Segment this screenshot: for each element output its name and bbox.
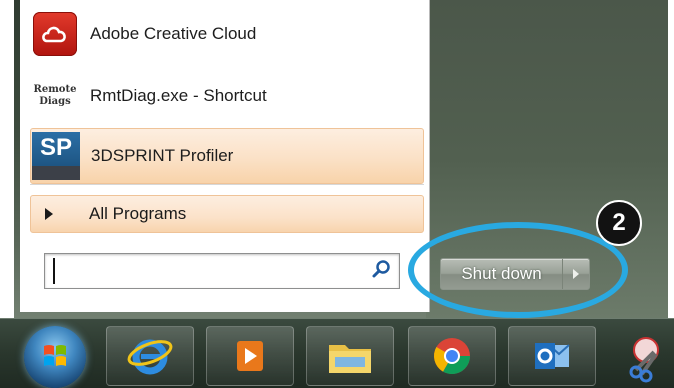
search-box[interactable]	[44, 253, 400, 289]
windows-logo-icon	[44, 345, 66, 366]
remote-diag-icon-text-1: Remote	[33, 84, 77, 95]
remote-diag-icon-text-2: Diags	[39, 96, 71, 107]
adobe-creative-cloud-icon	[30, 9, 80, 59]
sp-icon: SP	[31, 131, 81, 181]
taskbar-item-chrome[interactable]	[408, 326, 496, 386]
screenshot: Adobe Creative Cloud Remote Diags RmtDia…	[0, 0, 674, 388]
internet-explorer-icon	[127, 339, 173, 375]
file-explorer-icon	[329, 345, 371, 373]
search-icon[interactable]	[371, 259, 391, 284]
taskbar-item-snipping-tool[interactable]	[606, 326, 674, 386]
snipping-tool-icon	[629, 337, 659, 383]
program-item-3dsprint-profiler[interactable]: SP 3DSPRINT Profiler	[30, 128, 424, 184]
sp-icon-text: SP	[32, 132, 80, 180]
callout-number-badge: 2	[596, 200, 642, 246]
taskbar-item-internet-explorer[interactable]	[106, 326, 194, 386]
chevron-right-icon	[45, 208, 53, 220]
all-programs-label: All Programs	[89, 204, 187, 223]
start-orb[interactable]	[24, 326, 86, 388]
program-label: RmtDiag.exe - Shortcut	[90, 86, 267, 105]
taskbar-item-outlook[interactable]	[508, 326, 596, 386]
taskbar-item-media-player[interactable]	[206, 326, 294, 386]
program-label: Adobe Creative Cloud	[90, 24, 257, 43]
callout-ring	[408, 222, 628, 318]
outlook-icon	[535, 343, 570, 369]
program-item-adobe-creative-cloud[interactable]: Adobe Creative Cloud	[30, 6, 424, 62]
chrome-icon	[433, 338, 470, 375]
media-player-icon	[237, 341, 263, 371]
remote-diag-icon: Remote Diags	[30, 71, 80, 121]
program-item-rmtdiag[interactable]: Remote Diags RmtDiag.exe - Shortcut	[30, 68, 424, 124]
menu-divider	[30, 184, 424, 185]
search-input[interactable]	[53, 258, 353, 284]
all-programs-button[interactable]: All Programs	[30, 195, 424, 233]
taskbar-item-file-explorer[interactable]	[306, 326, 394, 386]
program-label: 3DSPRINT Profiler	[91, 146, 234, 165]
